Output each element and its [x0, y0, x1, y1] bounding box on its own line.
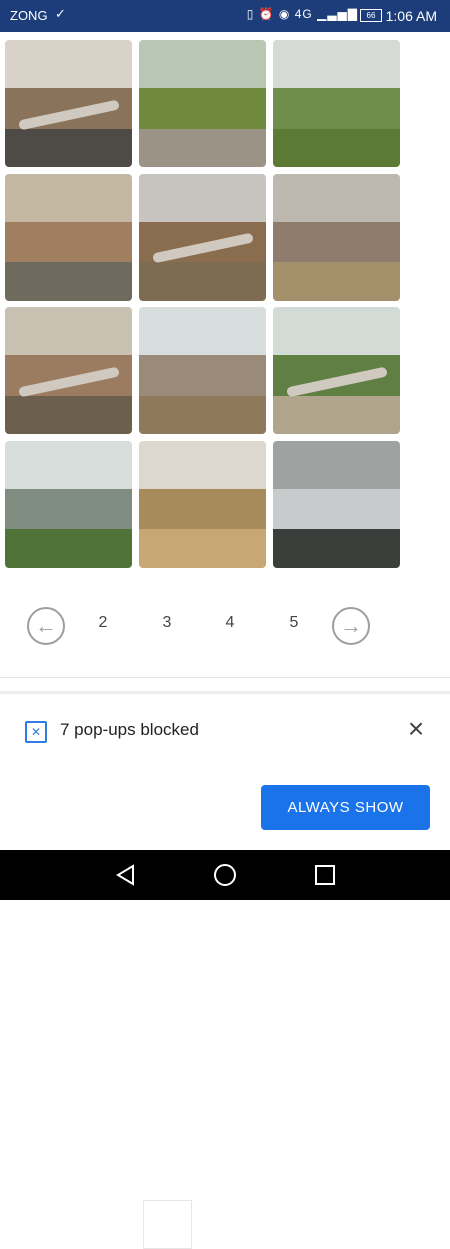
desert-hill-image[interactable]	[139, 440, 266, 568]
battery-icon: 66	[360, 9, 382, 22]
rock-tower-image[interactable]	[5, 173, 132, 301]
page-4-button[interactable]: 4	[215, 614, 245, 632]
misty-mountain-image[interactable]	[273, 440, 400, 568]
popup-blocked-message: 7 pop-ups blocked	[60, 720, 199, 739]
cliff-road-image[interactable]	[273, 173, 400, 301]
bridge-loop-image[interactable]	[5, 307, 132, 434]
recent-square-icon[interactable]	[315, 865, 335, 885]
image-sky	[273, 440, 400, 489]
winding-road-image[interactable]	[139, 173, 266, 301]
valley-truck-image[interactable]	[273, 307, 400, 434]
image-ground	[139, 395, 266, 434]
image-ground	[5, 395, 132, 434]
always-show-button[interactable]: ALWAYS SHOW	[261, 785, 430, 830]
navigation-bar	[0, 850, 450, 900]
image-hills	[273, 488, 400, 532]
status-icons: ▯ ⏰ ◉ 4G ▁▃▅▇	[246, 7, 358, 21]
image-hills	[139, 355, 266, 399]
image-sky	[5, 173, 132, 222]
image-hills	[273, 221, 400, 265]
check-icon: ✓	[55, 6, 66, 21]
page-5-button[interactable]: 5	[279, 614, 309, 632]
current-page-highlight	[143, 1200, 192, 1249]
green-hills-image[interactable]	[139, 40, 266, 167]
image-hills	[5, 488, 132, 532]
image-ground	[139, 529, 266, 568]
image-sky	[139, 440, 266, 489]
image-sky	[5, 307, 132, 356]
image-sky	[273, 173, 400, 222]
page-3-button[interactable]: 3	[152, 614, 182, 632]
image-hills	[5, 221, 132, 265]
popup-blocked-icon: ✕	[25, 721, 47, 743]
status-time: 1:06 AM	[385, 8, 437, 24]
close-icon[interactable]: ×	[402, 714, 430, 744]
page-2-button[interactable]: 2	[88, 614, 118, 632]
carrier-name: ZONG	[10, 8, 48, 23]
network-type: 4G	[294, 7, 313, 21]
next-page-button[interactable]: →	[332, 607, 370, 645]
image-ground	[5, 529, 132, 568]
home-circle-icon[interactable]	[214, 864, 236, 886]
image-sky	[273, 307, 400, 356]
image-ground	[273, 529, 400, 568]
image-ground	[139, 128, 266, 167]
pager: ← 2 3 4 5 →	[0, 600, 450, 1249]
image-hills	[273, 88, 400, 132]
lake-view-image[interactable]	[5, 440, 132, 568]
image-ground	[5, 128, 132, 167]
image-sky	[139, 307, 266, 356]
prev-page-button[interactable]: ←	[27, 607, 65, 645]
image-ground	[273, 128, 400, 167]
status-bar: ZONG ✓ ▯ ⏰ ◉ 4G ▁▃▅▇ 66 1:06 AM	[0, 0, 450, 32]
image-sky	[139, 173, 266, 222]
image-hills	[139, 88, 266, 132]
divider	[0, 677, 450, 678]
image-ground	[273, 395, 400, 434]
image-ground	[5, 262, 132, 301]
image-ground	[273, 262, 400, 301]
hill-village-image[interactable]	[273, 40, 400, 167]
image-hills	[139, 488, 266, 532]
back-triangle-icon[interactable]	[115, 864, 137, 886]
swing-park-image[interactable]	[139, 307, 266, 434]
image-sky	[5, 40, 132, 89]
image-sky	[139, 40, 266, 89]
mountain-road-image[interactable]	[5, 40, 132, 167]
image-ground	[139, 262, 266, 301]
image-sky	[273, 40, 400, 89]
image-sky	[5, 440, 132, 489]
